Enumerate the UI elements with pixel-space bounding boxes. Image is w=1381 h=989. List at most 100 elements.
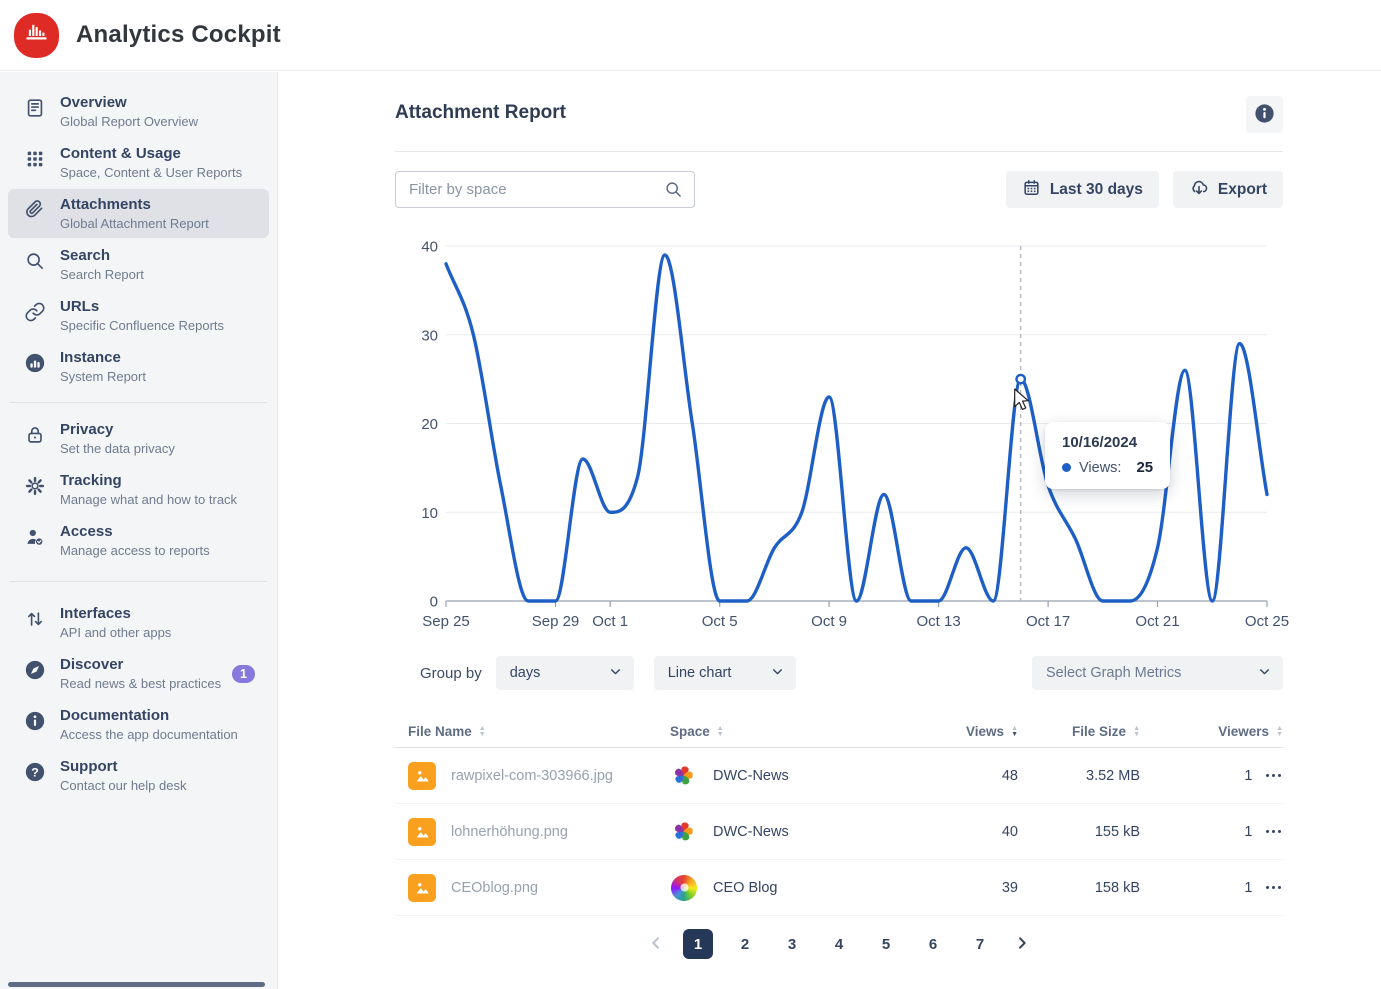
sidebar-item-support[interactable]: ? Support Contact our help desk bbox=[8, 751, 269, 800]
graph-metrics-select[interactable]: Select Graph Metrics bbox=[1032, 656, 1283, 690]
page-button-5[interactable]: 5 bbox=[871, 929, 901, 959]
chevron-down-icon bbox=[609, 665, 622, 682]
row-actions-menu[interactable] bbox=[1264, 826, 1284, 838]
sidebar-item-label: Documentation bbox=[60, 706, 238, 725]
arrows-updown-icon bbox=[23, 608, 47, 630]
row-actions-menu[interactable] bbox=[1264, 882, 1284, 894]
date-range-button[interactable]: Last 30 days bbox=[1006, 171, 1159, 208]
column-header-views[interactable]: Views▲▼ bbox=[960, 724, 1018, 739]
overview-icon bbox=[23, 97, 47, 119]
space-cell[interactable]: DWC-News bbox=[670, 762, 960, 789]
sidebar-item-text: URLs Specific Confluence Reports bbox=[60, 297, 224, 334]
instance-icon bbox=[23, 352, 47, 374]
sidebar-item-overview[interactable]: Overview Global Report Overview bbox=[8, 87, 269, 136]
sidebar-item-label: Overview bbox=[60, 93, 198, 112]
column-header-space[interactable]: Space▲▼ bbox=[670, 724, 960, 739]
page-button-4[interactable]: 4 bbox=[824, 929, 854, 959]
chevron-down-icon bbox=[771, 665, 784, 682]
sidebar-item-label: URLs bbox=[60, 297, 224, 316]
tooltip-value: 25 bbox=[1136, 459, 1153, 476]
sidebar-item-attachments[interactable]: AttachmentsGlobal Attachment Report bbox=[8, 189, 269, 238]
sidebar-item-access[interactable]: AccessManage access to reports bbox=[8, 516, 269, 565]
image-file-icon bbox=[408, 762, 436, 790]
sidebar-item-sublabel: Access the app documentation bbox=[60, 727, 238, 743]
question-circle-icon: ? bbox=[23, 761, 47, 783]
page-button-6[interactable]: 6 bbox=[918, 929, 948, 959]
sort-arrows-icon: ▲▼ bbox=[1011, 726, 1018, 738]
app-logo bbox=[14, 13, 59, 58]
next-page-button[interactable] bbox=[1012, 933, 1032, 956]
row-actions-menu[interactable] bbox=[1264, 770, 1284, 782]
lock-icon bbox=[23, 424, 47, 446]
chevron-right-icon bbox=[1014, 935, 1030, 954]
notification-badge: 1 bbox=[232, 665, 255, 683]
chevron-left-icon bbox=[648, 935, 664, 954]
sidebar-divider bbox=[10, 402, 267, 403]
sidebar-item-sublabel: Read news & best practices bbox=[60, 676, 221, 692]
graph-metrics-placeholder: Select Graph Metrics bbox=[1046, 665, 1181, 681]
sidebar-item-text: AttachmentsGlobal Attachment Report bbox=[60, 195, 209, 232]
column-header-file-size[interactable]: File Size▲▼ bbox=[1018, 724, 1140, 739]
svg-text:Oct 17: Oct 17 bbox=[1026, 613, 1070, 630]
sidebar: Overview Global Report Overview Content & … bbox=[0, 72, 278, 989]
file-name-cell[interactable]: lohnerhöhung.png bbox=[395, 818, 670, 846]
sidebar-item-documentation[interactable]: Documentation Access the app documentatio… bbox=[8, 700, 269, 749]
sidebar-item-text: Content & UsageSpace, Content & User Rep… bbox=[60, 144, 242, 181]
sidebar-horizontal-scrollbar[interactable] bbox=[8, 982, 265, 987]
sidebar-item-privacy[interactable]: PrivacySet the data privacy bbox=[8, 414, 269, 463]
sidebar-item-discover[interactable]: DiscoverRead news & best practices 1 bbox=[8, 649, 269, 698]
page-button-3[interactable]: 3 bbox=[777, 929, 807, 959]
table-header-row: File Name▲▼Space▲▼Views▲▼File Size▲▼View… bbox=[395, 716, 1283, 748]
sidebar-item-instance[interactable]: InstanceSystem Report bbox=[8, 342, 269, 391]
column-header-file-name[interactable]: File Name▲▼ bbox=[395, 724, 670, 739]
export-button[interactable]: Export bbox=[1173, 171, 1283, 208]
page-button-1[interactable]: 1 bbox=[683, 929, 713, 959]
views-cell: 48 bbox=[960, 768, 1018, 784]
column-header-viewers[interactable]: Viewers▲▼ bbox=[1140, 724, 1283, 739]
file-name: rawpixel-com-303966.jpg bbox=[451, 768, 613, 784]
space-name: CEO Blog bbox=[713, 880, 777, 896]
svg-text:40: 40 bbox=[421, 239, 438, 256]
space-cell[interactable]: DWC-News bbox=[670, 818, 960, 845]
image-file-icon bbox=[408, 818, 436, 846]
svg-text:10: 10 bbox=[421, 505, 438, 522]
sort-arrows-icon: ▲▼ bbox=[1276, 726, 1283, 738]
group-by-select[interactable]: days bbox=[496, 656, 634, 690]
sidebar-item-search[interactable]: SearchSearch Report bbox=[8, 240, 269, 289]
sidebar-item-label: Support bbox=[60, 757, 186, 776]
sidebar-item-sublabel: Specific Confluence Reports bbox=[60, 318, 224, 334]
space-cell[interactable]: CEO Blog bbox=[670, 874, 960, 901]
page-button-2[interactable]: 2 bbox=[730, 929, 760, 959]
sidebar-item-sublabel: Global Report Overview bbox=[60, 114, 198, 130]
sidebar-item-text: SearchSearch Report bbox=[60, 246, 144, 283]
space-filter-input[interactable] bbox=[395, 171, 695, 208]
paperclip-icon bbox=[23, 199, 47, 221]
file-name: CEOblog.png bbox=[451, 880, 538, 896]
sidebar-item-tracking[interactable]: TrackingManage what and how to track bbox=[8, 465, 269, 514]
svg-text:Oct 21: Oct 21 bbox=[1135, 613, 1179, 630]
svg-text:20: 20 bbox=[421, 416, 438, 433]
previous-page-button[interactable] bbox=[646, 933, 666, 956]
column-label: File Size bbox=[1072, 724, 1126, 739]
sidebar-item-label: Search bbox=[60, 246, 144, 265]
header-divider bbox=[395, 151, 1283, 152]
file-name-cell[interactable]: CEOblog.png bbox=[395, 874, 670, 902]
grid-icon bbox=[23, 148, 47, 170]
column-label: File Name bbox=[408, 724, 472, 739]
sidebar-item-interfaces[interactable]: InterfacesAPI and other apps bbox=[8, 598, 269, 647]
space-name: DWC-News bbox=[713, 824, 789, 840]
sidebar-item-urls[interactable]: URLs Specific Confluence Reports bbox=[8, 291, 269, 340]
svg-text:Oct 1: Oct 1 bbox=[592, 613, 628, 630]
report-info-button[interactable] bbox=[1246, 96, 1283, 133]
sidebar-item-sublabel: Contact our help desk bbox=[60, 778, 186, 794]
date-range-label: Last 30 days bbox=[1050, 181, 1143, 199]
sidebar-item-content-usage[interactable]: Content & UsageSpace, Content & User Rep… bbox=[8, 138, 269, 187]
sidebar-item-text: DiscoverRead news & best practices bbox=[60, 655, 221, 692]
chart-type-select[interactable]: Line chart bbox=[654, 656, 796, 690]
page-button-7[interactable]: 7 bbox=[965, 929, 995, 959]
space-logo-icon bbox=[670, 818, 697, 845]
file-name: lohnerhöhung.png bbox=[451, 824, 568, 840]
file-name-cell[interactable]: rawpixel-com-303966.jpg bbox=[395, 762, 670, 790]
sidebar-item-label: Privacy bbox=[60, 420, 175, 439]
sidebar-item-sublabel: API and other apps bbox=[60, 625, 171, 641]
